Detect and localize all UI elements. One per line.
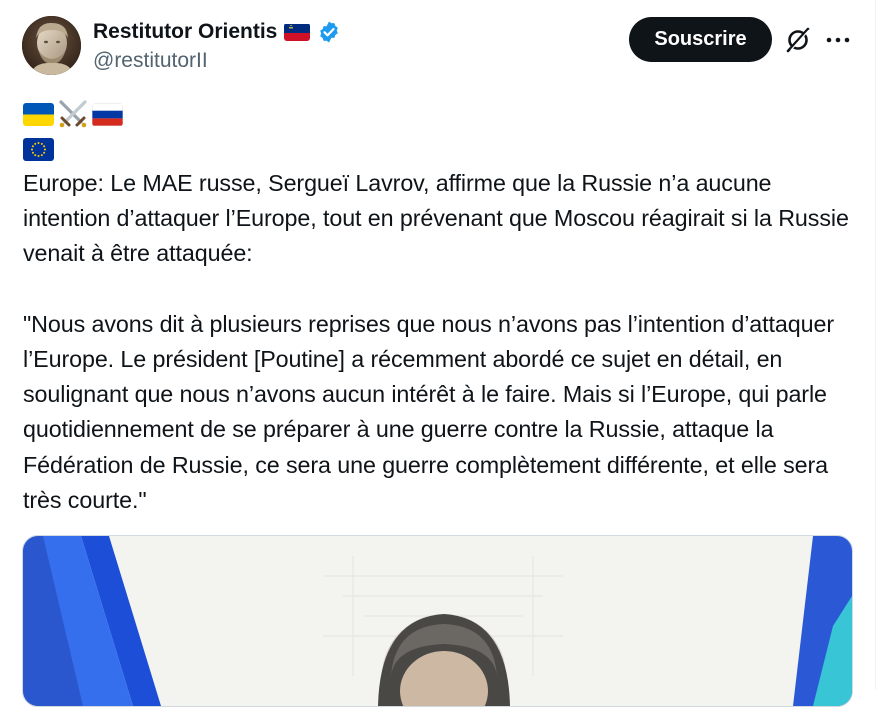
emoji-line-2 [23, 135, 54, 163]
author-handle[interactable]: @restitutorII [93, 48, 208, 74]
avatar[interactable] [22, 16, 81, 75]
russia-flag-icon [92, 102, 123, 126]
emoji-line-1 [23, 100, 123, 128]
author-name-row[interactable]: Restitutor Orientis [93, 19, 341, 45]
tweet: Restitutor Orientis @restitutorII Souscr… [0, 0, 875, 707]
column-divider [875, 0, 876, 690]
liechtenstein-flag-icon [284, 23, 311, 41]
verified-badge-icon[interactable] [317, 20, 341, 44]
speaker-photo [23, 536, 852, 706]
grok-icon[interactable] [784, 26, 812, 54]
subscribe-button[interactable]: Souscrire [629, 17, 772, 62]
crossed-swords-icon [57, 98, 89, 130]
ukraine-flag-icon [23, 102, 54, 126]
avatar-bust-image [22, 16, 81, 75]
tweet-media-image[interactable] [22, 535, 853, 707]
author-display-name[interactable]: Restitutor Orientis [93, 19, 277, 45]
eu-flag-icon [23, 137, 54, 161]
more-icon[interactable] [824, 29, 852, 51]
tweet-text: Europe: Le MAE russe, Sergueï Lavrov, af… [23, 170, 849, 513]
